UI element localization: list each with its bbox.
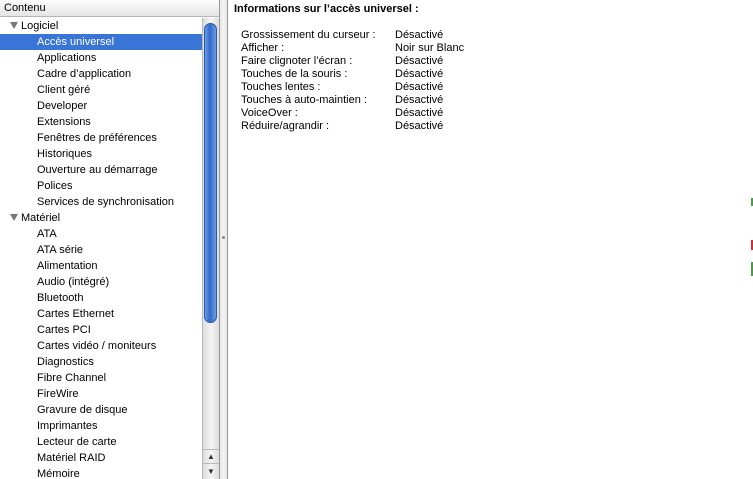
tree-item[interactable]: Client géré (0, 82, 202, 98)
info-row: Faire clignoter l’écran : Désactivé (241, 55, 464, 68)
tree-item[interactable]: Gravure de disque (0, 402, 202, 418)
tree-item[interactable]: ATA (0, 226, 202, 242)
info-label: Afficher : (241, 42, 285, 54)
detail-title: Informations sur l’accès universel : (234, 3, 419, 15)
tree-item[interactable]: Imprimantes (0, 418, 202, 434)
tree-item[interactable]: Cartes Ethernet (0, 306, 202, 322)
info-row: Touches de la souris : Désactivé (241, 68, 464, 81)
tree-item[interactable]: Accès universel (0, 34, 202, 50)
info-value: Désactivé (395, 68, 444, 80)
info-table: Grossissement du curseur : Désactivé Affic… (241, 29, 464, 133)
info-label: Touches de la souris : (241, 68, 348, 80)
tree-item[interactable]: ATA série (0, 242, 202, 258)
tree-item[interactable]: Mémoire (0, 466, 202, 479)
tree-item[interactable]: Alimentation (0, 258, 202, 274)
info-row: Touches à auto-maintien : Désactivé (241, 94, 464, 107)
disclosure-triangle-icon[interactable] (10, 22, 18, 29)
tree-item[interactable]: Bluetooth (0, 290, 202, 306)
pane-splitter[interactable] (220, 0, 228, 479)
sidebar-scrollbar[interactable]: ▲ ▼ (202, 18, 219, 479)
scroll-thumb[interactable] (204, 23, 217, 323)
tree-group-1[interactable]: Matériel (0, 210, 202, 226)
info-label: Touches à auto-maintien : (241, 94, 367, 106)
content-tree: Logiciel Accès universel Applications Cadre… (0, 18, 202, 479)
scroll-down-arrow-icon[interactable]: ▼ (203, 463, 219, 479)
info-label: Réduire/agrandir : (241, 120, 330, 132)
tree-item[interactable]: Historiques (0, 146, 202, 162)
tree-item[interactable]: Services de synchronisation (0, 194, 202, 210)
info-value: Désactivé (395, 120, 444, 132)
tree-item[interactable]: Audio (intégré) (0, 274, 202, 290)
info-row: Touches lentes : Désactivé (241, 81, 464, 94)
tree-item[interactable]: Cadre d’application (0, 66, 202, 82)
splitter-grip-icon (222, 236, 225, 239)
tree-item[interactable]: Polices (0, 178, 202, 194)
info-value: Désactivé (395, 81, 444, 93)
tree-item[interactable]: Diagnostics (0, 354, 202, 370)
tree-item[interactable]: Ouverture au démarrage (0, 162, 202, 178)
tree-item[interactable]: Fenêtres de préférences (0, 130, 202, 146)
scroll-up-arrow-icon[interactable]: ▲ (203, 449, 219, 463)
tree-item[interactable]: Cartes PCI (0, 322, 202, 338)
info-value: Désactivé (395, 55, 444, 67)
info-label: Touches lentes : (241, 81, 321, 93)
tree-item[interactable]: Applications (0, 50, 202, 66)
sidebar-header[interactable]: Contenu (0, 0, 219, 17)
tree-item[interactable]: Lecteur de carte (0, 434, 202, 450)
info-label: VoiceOver : (241, 107, 298, 119)
tree-item[interactable]: Developer (0, 98, 202, 114)
tree-item[interactable]: Cartes vidéo / moniteurs (0, 338, 202, 354)
sidebar: Contenu Logiciel Accès universel Applicati… (0, 0, 220, 479)
info-label: Grossissement du curseur : (241, 29, 376, 41)
info-row: Réduire/agrandir : Désactivé (241, 120, 464, 133)
info-row: VoiceOver : Désactivé (241, 107, 464, 120)
info-value: Désactivé (395, 29, 444, 41)
detail-pane: Informations sur l’accès universel : Gro… (229, 0, 753, 479)
info-value: Désactivé (395, 94, 444, 106)
tree-item[interactable]: Matériel RAID (0, 450, 202, 466)
tree-item[interactable]: FireWire (0, 386, 202, 402)
tree-item[interactable]: Fibre Channel (0, 370, 202, 386)
info-value: Noir sur Blanc (395, 42, 465, 54)
info-row: Grossissement du curseur : Désactivé (241, 29, 464, 42)
disclosure-triangle-icon[interactable] (10, 214, 18, 221)
tree-item[interactable]: Extensions (0, 114, 202, 130)
info-label: Faire clignoter l’écran : (241, 55, 353, 67)
info-value: Désactivé (395, 107, 444, 119)
info-row: Afficher : Noir sur Blanc (241, 42, 464, 55)
tree-group-0[interactable]: Logiciel (0, 18, 202, 34)
